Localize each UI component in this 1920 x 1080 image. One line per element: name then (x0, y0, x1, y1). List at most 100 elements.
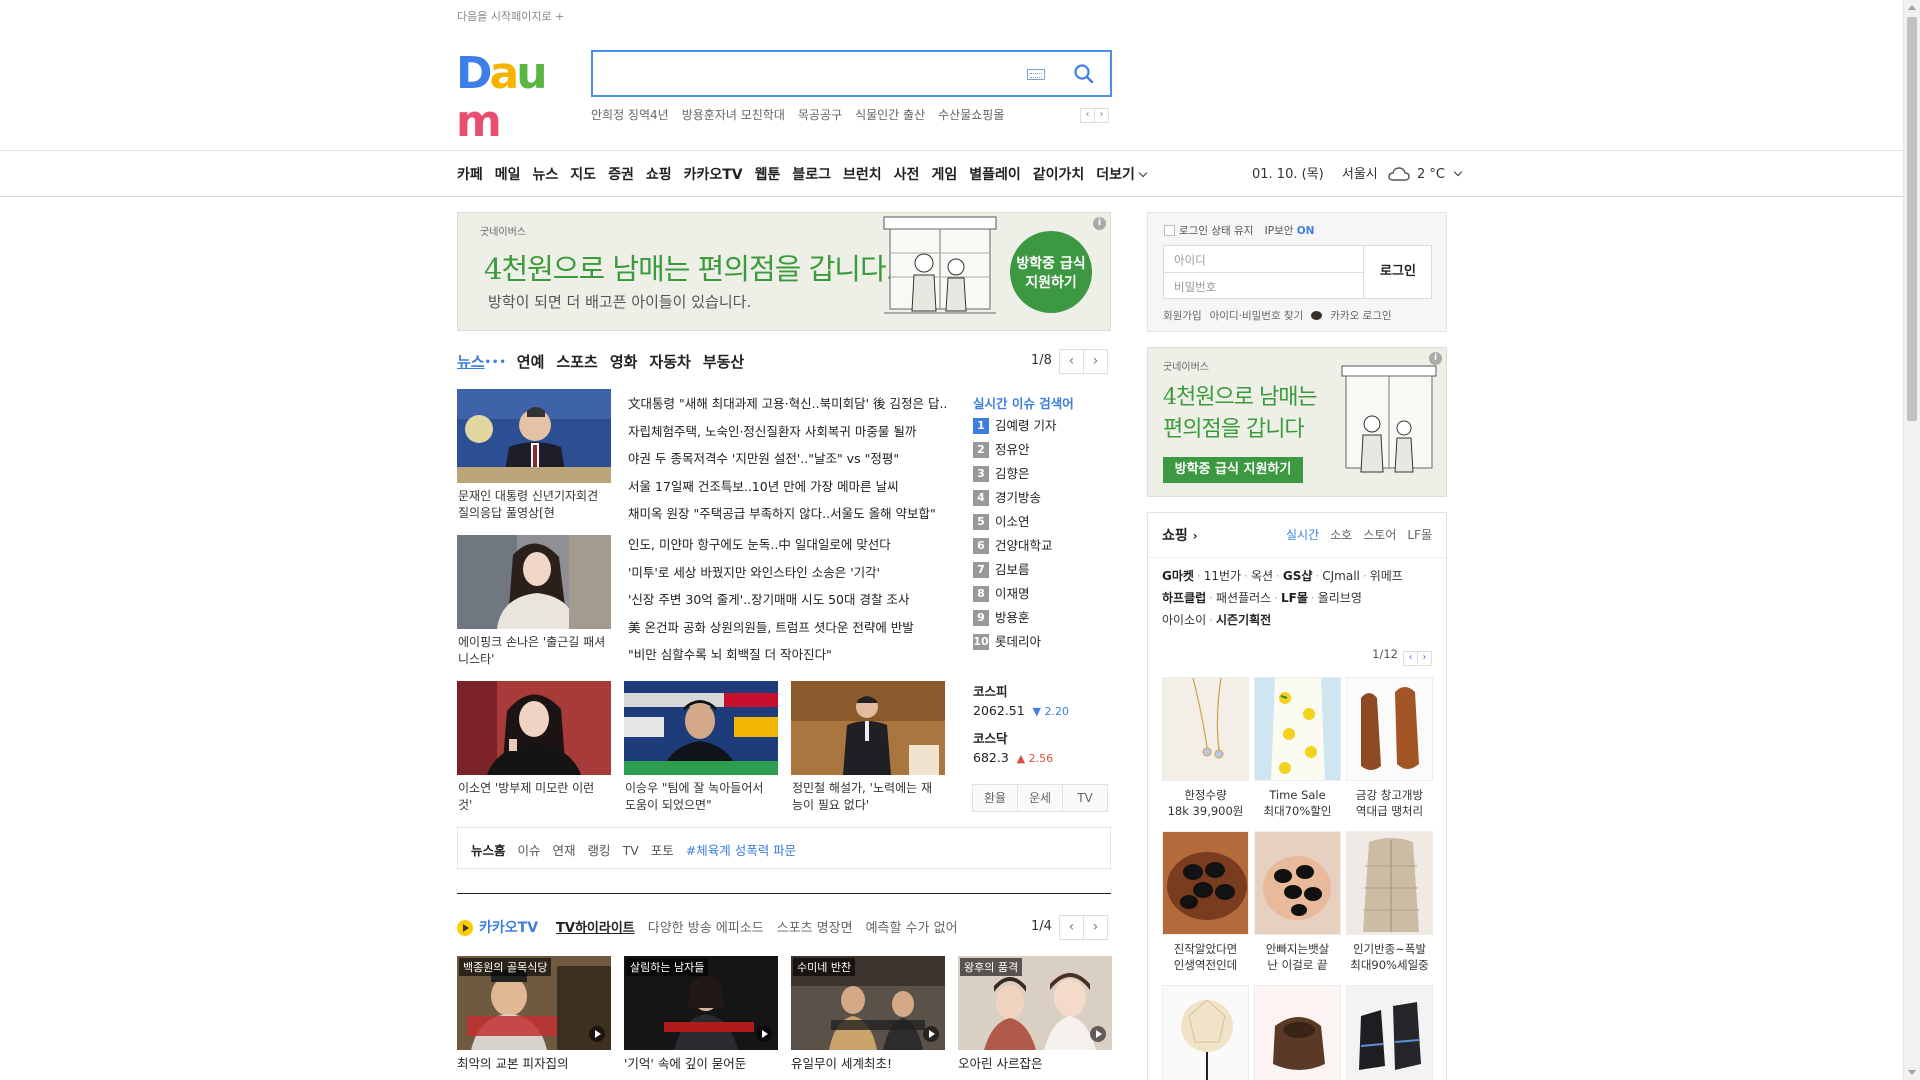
kospi-widget[interactable]: 코스피 2062.51 ▼ 2.20 (973, 681, 1069, 718)
scroll-down-arrow-icon[interactable] (1908, 1070, 1916, 1075)
nav-item[interactable]: 뉴스 (533, 167, 559, 183)
ad-info-icon[interactable]: i (1093, 217, 1106, 230)
list-item[interactable]: 6 건양대학교 (973, 534, 1056, 558)
banner-cta-button[interactable]: 방학중 급식 지원하기 (1010, 231, 1092, 313)
news-thumb-caption[interactable]: 이승우 "팀에 잘 녹아들어서 도움이 되었으면" (625, 780, 775, 814)
daum-logo[interactable]: Daum (456, 50, 574, 146)
chevron-right-icon[interactable]: › (1082, 349, 1108, 374)
tab-sports[interactable]: 스포츠 (556, 353, 597, 371)
list-item[interactable]: 5 이소연 (973, 510, 1056, 534)
nav-item[interactable]: 별플레이 (969, 167, 1021, 183)
banner-cta-button[interactable]: 방학중 급식 지원하기 (1163, 457, 1303, 483)
mall-link[interactable]: 패션플러스 (1216, 591, 1271, 605)
scroll-up-arrow-icon[interactable] (1908, 5, 1916, 10)
video-thumbnail[interactable]: 백종원의 골목식당 (457, 956, 611, 1050)
tab-cars[interactable]: 자동차 (649, 353, 690, 371)
video-thumbnail[interactable]: 왕후의 품격 (958, 956, 1112, 1050)
headline-link[interactable]: 서울 17일째 건조특보..10년 만에 가장 메마른 날씨 (628, 473, 948, 501)
video-caption[interactable]: 유일무이 세계최초! (791, 1055, 945, 1073)
fortune-button[interactable]: 운세 (1017, 784, 1063, 812)
newshome-sublink[interactable]: 랭킹 (588, 843, 611, 858)
chevron-right-icon[interactable]: › (1082, 915, 1108, 940)
ip-security-label[interactable]: IP보안 (1265, 225, 1294, 237)
headline-link[interactable]: "비만 심할수록 뇌 회백질 더 작아진다" (628, 641, 948, 669)
news-thumbnail[interactable] (624, 681, 778, 775)
kakaotv-title[interactable]: 카카오TV (479, 920, 538, 936)
keyword-link[interactable]: 식물인간 출산 (855, 108, 925, 122)
tab-episodes[interactable]: 다양한 방송 에피소드 (648, 921, 764, 936)
nav-item[interactable]: 같이가치 (1033, 167, 1085, 183)
mall-link[interactable]: 아이소이 (1162, 613, 1206, 627)
mall-link[interactable]: CJmall (1322, 569, 1360, 583)
news-thumb-caption[interactable]: 정민철 해설가, '노력에는 재능이 필요 없다' (792, 780, 942, 814)
video-caption[interactable]: '기억' 속에 깊이 묻어둔 (624, 1055, 778, 1073)
video-thumbnail[interactable]: 살림하는 남자들 (624, 956, 778, 1050)
mall-link[interactable]: LF몰 (1281, 591, 1308, 605)
nav-item[interactable]: 메일 (495, 167, 521, 183)
list-item[interactable]: 10 롯데리아 (973, 630, 1056, 654)
scrollbar-thumb[interactable] (1907, 17, 1917, 421)
page-scrollbar[interactable] (1903, 0, 1920, 1080)
product-item[interactable] (1162, 985, 1249, 1080)
tab-sports-highlights[interactable]: 스포츠 명장면 (777, 921, 853, 936)
video-caption[interactable]: 오아린 사르잡은 (958, 1055, 1112, 1073)
list-item[interactable]: 3 김향은 (973, 462, 1056, 486)
headline-link[interactable]: 채미옥 원장 "주택공급 부족하지 않다..서울도 올해 약보합" (628, 500, 948, 528)
tab-realestate[interactable]: 부동산 (703, 353, 744, 371)
video-thumbnail[interactable]: 수미네 반찬 (791, 956, 945, 1050)
list-item[interactable]: 1 김예령 기자 (973, 414, 1056, 438)
nav-item[interactable]: 게임 (931, 167, 957, 183)
video-caption[interactable]: 최악의 교본 피자집의 (457, 1055, 611, 1073)
news-thumbnail[interactable] (457, 389, 611, 483)
tab-store[interactable]: 스토어 (1363, 528, 1396, 542)
mall-link[interactable]: G마켓 (1162, 569, 1194, 583)
list-item[interactable]: 2 정유안 (973, 438, 1056, 462)
mall-link[interactable]: 하프클럽 (1162, 591, 1206, 605)
date-weather[interactable]: 01. 10. (목) 서울시 2 °C (1252, 163, 1463, 182)
tab-soho[interactable]: 소호 (1330, 528, 1352, 542)
keyword-link[interactable]: 안희정 징역4년 (591, 108, 669, 122)
chevron-left-icon[interactable]: ‹ (1403, 651, 1418, 666)
newshome-link[interactable]: 뉴스홈 (471, 843, 506, 858)
keyword-link[interactable]: 목공공구 (798, 108, 842, 122)
set-startpage-link[interactable]: 다음을 시작페이지로 + (457, 8, 564, 24)
password-field[interactable]: 비밀번호 (1164, 272, 1364, 298)
product-item[interactable]: 안빠지는뱃살 난 이걸로 끝 (1254, 831, 1341, 973)
tab-realtime[interactable]: 실시간 (1286, 528, 1319, 542)
product-item[interactable]: 한정수량 18k 39,900원 (1162, 677, 1249, 819)
product-item[interactable]: 진작알았다면 인생역전인데 (1162, 831, 1249, 973)
news-thumbnail[interactable] (791, 681, 945, 775)
headline-link[interactable]: 文대통령 "새해 최대과제 고용·혁신..북미회담' 後 김정은 답.. (628, 390, 948, 418)
headline-link[interactable]: 야권 두 종목저격수 '지만원 설전'.."날조" vs "정평" (628, 445, 948, 473)
mall-link[interactable]: 올리브영 (1318, 591, 1362, 605)
nav-item[interactable]: 웹툰 (755, 167, 781, 183)
mall-link[interactable]: 위메프 (1370, 569, 1403, 583)
keyword-link[interactable]: 수산물쇼핑몰 (938, 108, 1004, 122)
keyword-link[interactable]: 방용훈자녀 모친학대 (682, 108, 785, 122)
news-thumb-caption[interactable]: 에이핑크 손나은 '출근길 패셔니스타' (458, 634, 608, 668)
nav-item[interactable]: 증권 (608, 167, 634, 183)
product-item[interactable] (1254, 985, 1341, 1080)
newshome-sublink[interactable]: 포토 (651, 843, 674, 858)
tab-entertainment[interactable]: 연예 (517, 353, 545, 371)
nav-item[interactable]: 쇼핑 (646, 167, 672, 183)
chevron-right-icon[interactable]: › (1417, 651, 1432, 666)
ad-info-icon[interactable]: i (1429, 352, 1442, 365)
ip-security-toggle[interactable]: ON (1297, 225, 1315, 237)
realtime-title[interactable]: 실시간 이슈 검색어 (973, 393, 1074, 412)
tab-lfmall[interactable]: LF몰 (1407, 528, 1432, 542)
search-icon[interactable] (1073, 63, 1095, 85)
find-account-link[interactable]: 아이디·비밀번호 찾기 (1210, 310, 1304, 322)
nav-item[interactable]: 블로그 (792, 167, 831, 183)
product-item[interactable]: Time Sale 최대70%할인 (1254, 677, 1341, 819)
kakao-login-link[interactable]: 카카오 로그인 (1311, 310, 1399, 322)
list-item[interactable]: 7 김보름 (973, 558, 1056, 582)
newshome-sublink[interactable]: 연재 (553, 843, 576, 858)
list-item[interactable]: 9 방용훈 (973, 606, 1056, 630)
news-thumb-caption[interactable]: 이소연 '방부제 미모란 이런것' (458, 780, 608, 814)
chevron-left-icon[interactable]: ‹ (1058, 349, 1084, 374)
nav-item[interactable]: 브런치 (843, 167, 882, 183)
headline-link[interactable]: '미투'로 세상 바꿨지만 와인스타인 소송은 '기각' (628, 559, 948, 587)
nav-item[interactable]: 사전 (894, 167, 920, 183)
nav-item[interactable]: 카카오TV (684, 167, 743, 183)
